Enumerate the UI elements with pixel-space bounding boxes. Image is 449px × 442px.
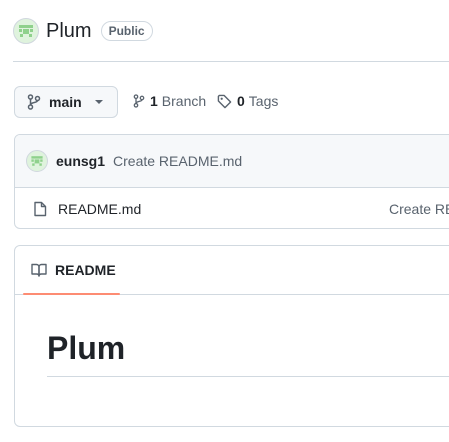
readme-title-rule xyxy=(47,376,449,377)
header-divider xyxy=(13,61,449,62)
tag-count-label: Tags xyxy=(248,93,279,109)
branch-selector-button[interactable]: main xyxy=(14,86,118,118)
readme-panel: README Plum xyxy=(14,245,449,427)
readme-tab-bar: README xyxy=(15,246,449,295)
tag-icon xyxy=(217,94,232,108)
book-icon xyxy=(31,263,47,277)
readme-tab-label: README xyxy=(55,262,116,278)
identicon-icon xyxy=(31,156,43,166)
branches-link[interactable]: 1 Branch xyxy=(133,93,206,109)
commit-author-avatar[interactable] xyxy=(26,150,48,172)
tag-count: 0 xyxy=(237,93,245,109)
file-listing: eunsg1 Create README.md README.md Create… xyxy=(14,134,449,229)
file-row[interactable]: README.md Create README.md xyxy=(15,188,449,228)
repo-header: Plum Public xyxy=(13,17,153,45)
readme-title: Plum xyxy=(47,330,126,366)
repo-page: Plum Public main 1 Branch 0 Tags eunsg1 … xyxy=(0,0,449,442)
file-name[interactable]: README.md xyxy=(58,201,141,217)
repo-name[interactable]: Plum xyxy=(46,17,92,45)
commit-message[interactable]: Create README.md xyxy=(113,153,242,169)
branch-count-label: Branch xyxy=(161,93,207,109)
file-commit-message[interactable]: Create README.md xyxy=(389,201,449,217)
owner-avatar[interactable] xyxy=(13,18,39,44)
branch-name: main xyxy=(49,94,82,110)
tab-readme[interactable]: README xyxy=(23,246,120,295)
branch-count: 1 xyxy=(150,93,158,109)
git-branch-icon xyxy=(133,94,145,108)
latest-commit-row: eunsg1 Create README.md xyxy=(15,135,449,188)
visibility-badge: Public xyxy=(100,21,153,41)
identicon-icon xyxy=(19,25,33,37)
tags-link[interactable]: 0 Tags xyxy=(217,93,278,109)
active-tab-underline xyxy=(23,293,120,295)
chevron-down-icon xyxy=(94,100,103,104)
file-icon xyxy=(34,201,47,216)
git-branch-icon xyxy=(27,94,41,110)
commit-author[interactable]: eunsg1 xyxy=(56,153,105,169)
